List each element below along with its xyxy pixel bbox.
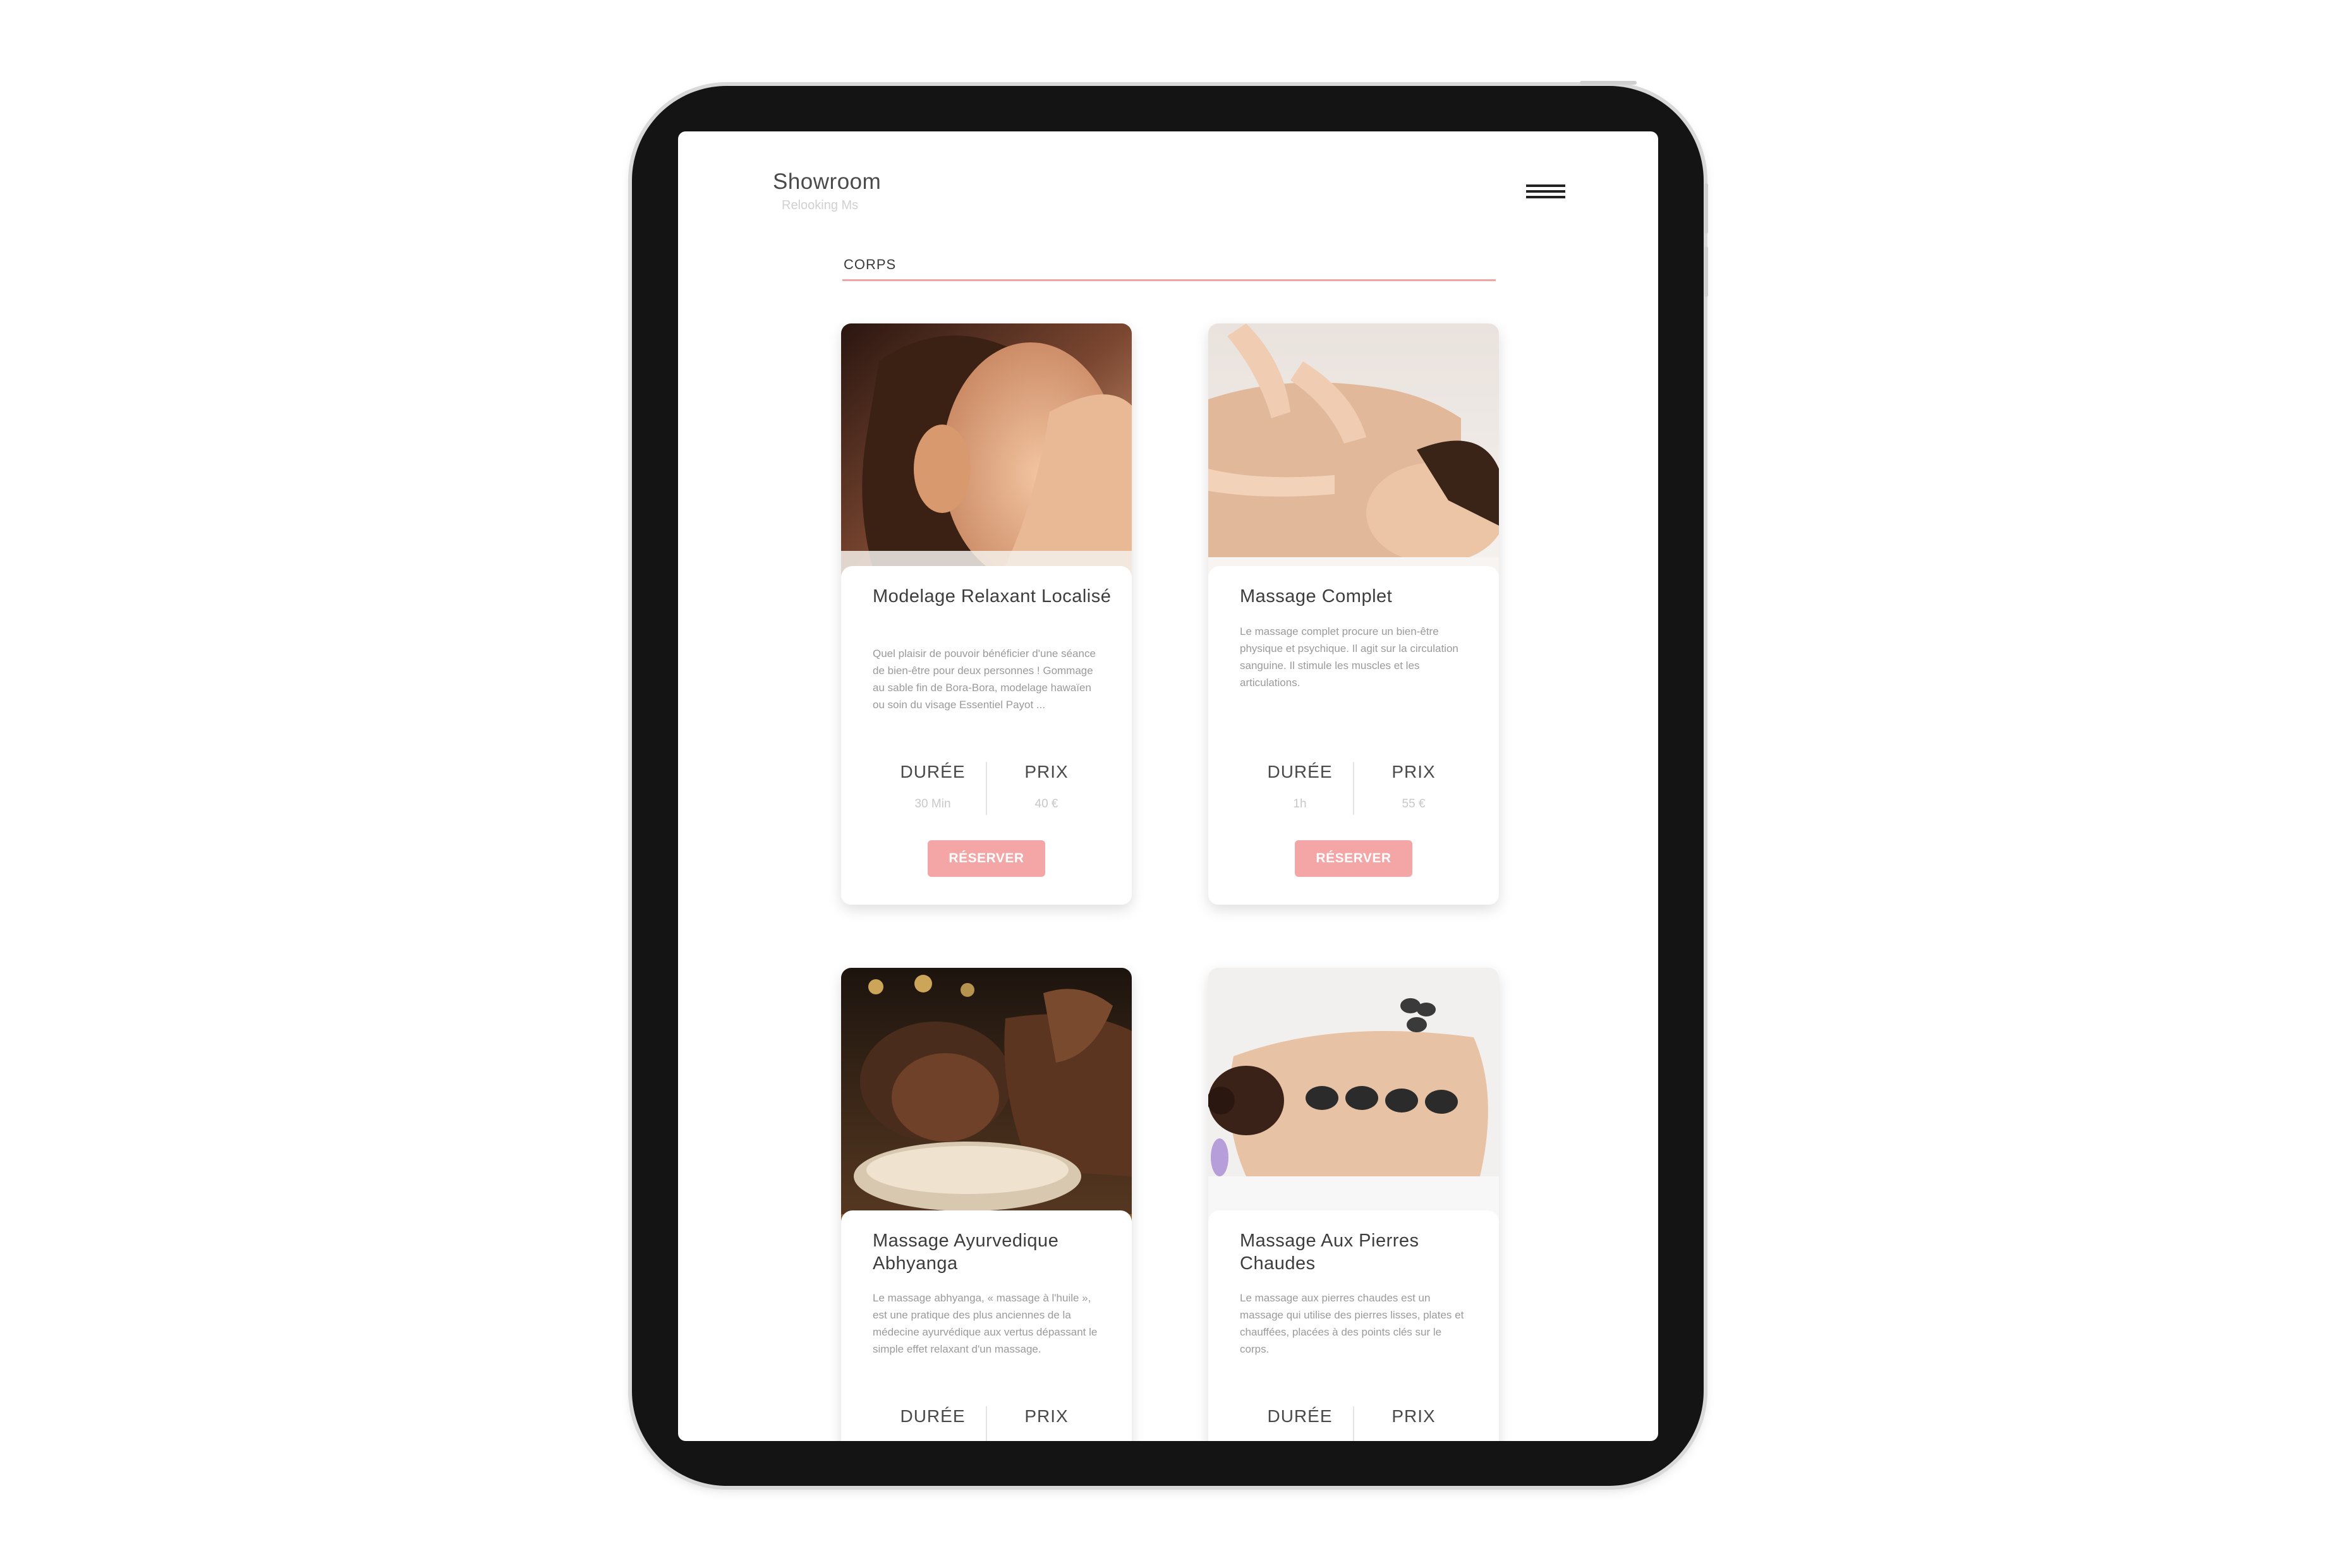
reserve-button[interactable]: RÉSERVER [1295,840,1412,877]
price-value: 55 € [1402,797,1426,811]
section-underline [842,279,1496,281]
price-label: PRIX [1391,1406,1436,1426]
price-spec: PRIX 55 € [1366,762,1461,811]
card-title: Massage Aux Pierres Chaudes [1240,1231,1419,1274]
duration-value: 1h [1293,797,1307,811]
card-image-back-massage [1208,323,1499,589]
brand-logo[interactable]: Showroom Relooking Ms [773,169,881,213]
card-specs: DURÉE 1h PRIX 55 € [1208,762,1499,819]
card-description: Le massage aux pierres chaudes est un ma… [1240,1292,1464,1355]
duration-label: DURÉE [900,1406,966,1426]
brand-subtitle: Relooking Ms [782,198,859,212]
card-description: Quel plaisir de pouvoir bénéficier d'une… [873,648,1096,711]
spec-divider [986,762,987,815]
price-value: 40 € [1034,797,1058,811]
service-card: Massage Aux Pierres Chaudes Le massage a… [1208,968,1499,1441]
card-body: Modelage Relaxant Localisé Quel plaisir … [841,566,1132,905]
card-image-relaxing-massage [841,323,1132,589]
price-label: PRIX [1391,762,1436,781]
service-card: Modelage Relaxant Localisé Quel plaisir … [841,323,1132,905]
spec-divider [1353,762,1354,815]
card-body: Massage Ayurvedique Abhyanga Le massage … [841,1210,1132,1441]
card-body: Massage Aux Pierres Chaudes Le massage a… [1208,1210,1499,1441]
duration-value: 30 Min [914,797,951,811]
card-image-ayurvedic-massage [841,968,1132,1233]
section-title: CORPS [844,256,897,272]
duration-spec: DURÉE 1h [1252,762,1347,811]
card-title: Modelage Relaxant Localisé [873,586,1112,606]
card-specs: DURÉE PRIX [841,1406,1132,1441]
service-card: Massage Ayurvedique Abhyanga Le massage … [841,968,1132,1441]
card-image-hot-stones [1208,968,1499,1233]
card-description: Le massage complet procure un bien-être … [1240,625,1458,689]
price-spec: PRIX [1366,1406,1461,1426]
tablet-top-button [1580,81,1637,85]
card-description: Le massage abhyanga, « massage à l'huile… [873,1292,1098,1355]
duration-spec: DURÉE [885,1406,980,1426]
duration-spec: DURÉE [1252,1406,1347,1426]
price-spec: PRIX [999,1406,1094,1426]
reserve-button[interactable]: RÉSERVER [928,840,1045,877]
tablet-volume-down-button [1704,246,1708,297]
card-specs: DURÉE PRIX [1208,1406,1499,1441]
card-title: Massage Ayurvedique Abhyanga [873,1231,1059,1274]
duration-label: DURÉE [900,762,966,781]
spec-divider [986,1406,987,1441]
price-spec: PRIX 40 € [999,762,1094,811]
service-card: Massage Complet Le massage complet procu… [1208,323,1499,905]
price-label: PRIX [1024,762,1069,781]
section-header: CORPS [842,256,1496,281]
card-title: Massage Complet [1240,586,1393,606]
spec-divider [1353,1406,1354,1441]
tablet-volume-up-button [1704,183,1708,234]
brand-title: Showroom [773,169,882,194]
hamburger-menu-icon[interactable] [1526,184,1565,201]
duration-label: DURÉE [1267,1406,1333,1426]
duration-label: DURÉE [1267,762,1333,781]
card-body: Massage Complet Le massage complet procu… [1208,566,1499,905]
price-label: PRIX [1024,1406,1069,1426]
card-specs: DURÉE 30 Min PRIX 40 € [841,762,1132,819]
tablet-screen: Showroom Relooking Ms CORPS Modelage Rel… [678,131,1658,1441]
duration-spec: DURÉE 30 Min [885,762,980,811]
